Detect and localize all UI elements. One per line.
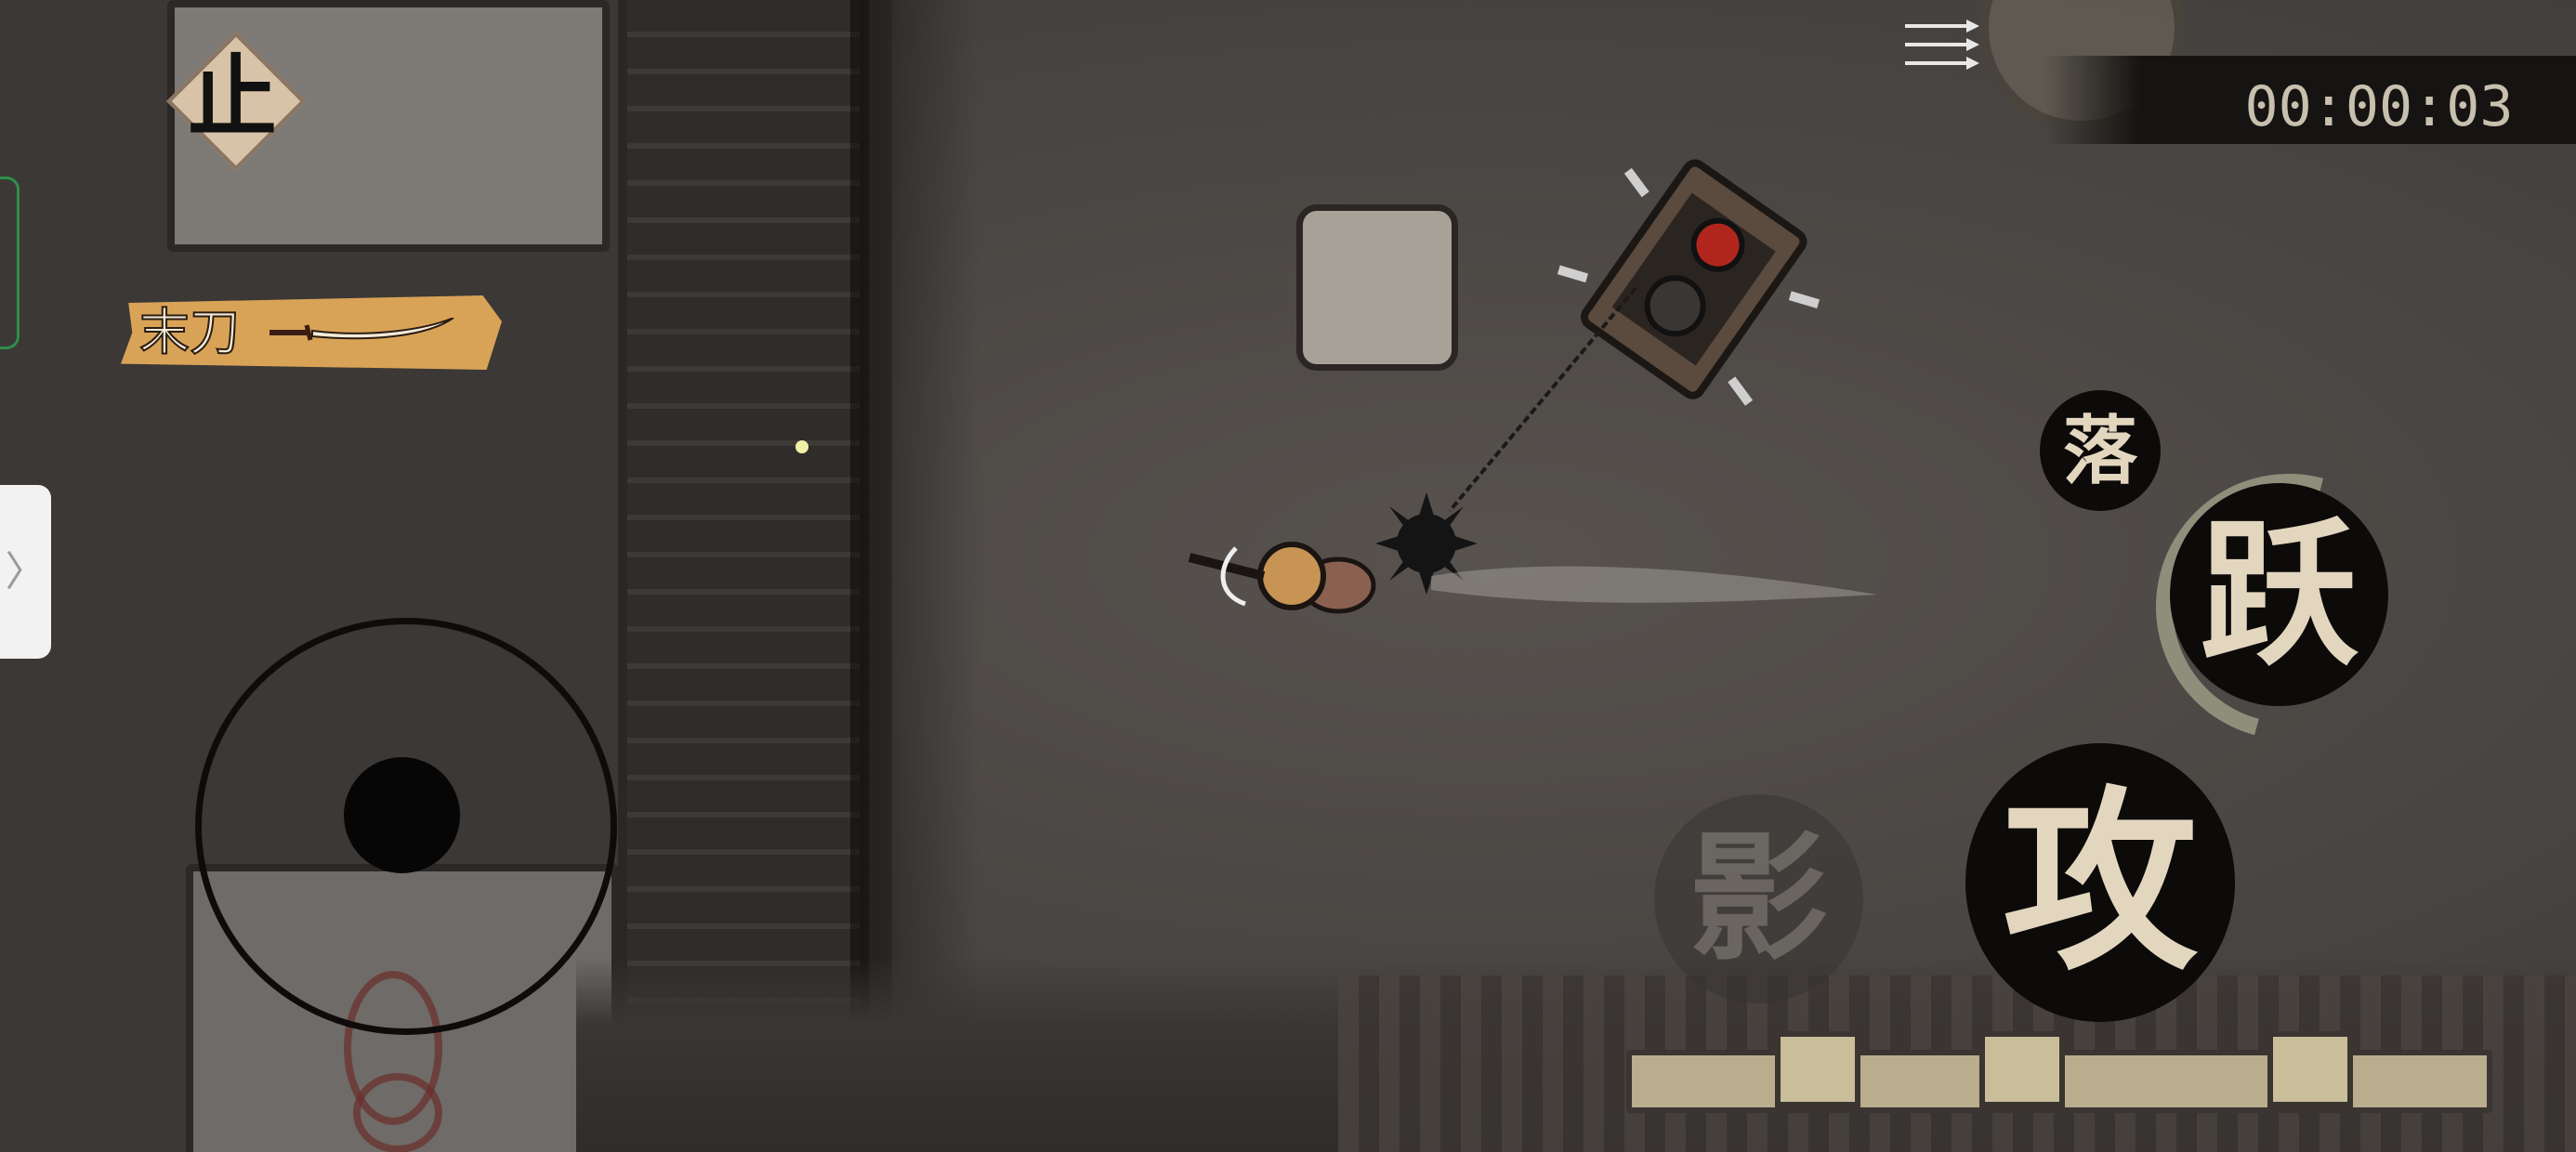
sabre-icon <box>269 318 454 341</box>
arrow-ammo-icon <box>1905 20 1979 70</box>
fall-button[interactable]: 落 <box>2040 390 2161 511</box>
joystick-knob[interactable] <box>344 757 460 873</box>
attack-button[interactable]: 攻 <box>1965 743 2235 1022</box>
pause-label: 止 <box>188 45 277 150</box>
elapsed-timer: 00:00:03 <box>2244 74 2514 139</box>
game-stage[interactable]: 00:00:03 止 末刀 〉 影 落 跃 攻 <box>0 0 2576 1152</box>
jump-button[interactable]: 跃 <box>2170 483 2388 706</box>
weapon-label: 末刀 <box>138 302 241 362</box>
fence-post <box>1775 1031 1860 1107</box>
fence-post <box>2267 1031 2353 1107</box>
pause-button[interactable]: 止 <box>166 32 306 171</box>
tent-pattern <box>353 1073 442 1152</box>
player-character <box>1188 542 1376 614</box>
fence-post <box>1979 1031 2065 1107</box>
glow-pickup <box>795 440 808 453</box>
side-panel-edge <box>0 177 20 349</box>
shadow-button[interactable]: 影 <box>1654 794 1863 1003</box>
side-drawer-handle[interactable]: 〉 <box>0 485 51 659</box>
motion-trail <box>1431 566 1877 603</box>
